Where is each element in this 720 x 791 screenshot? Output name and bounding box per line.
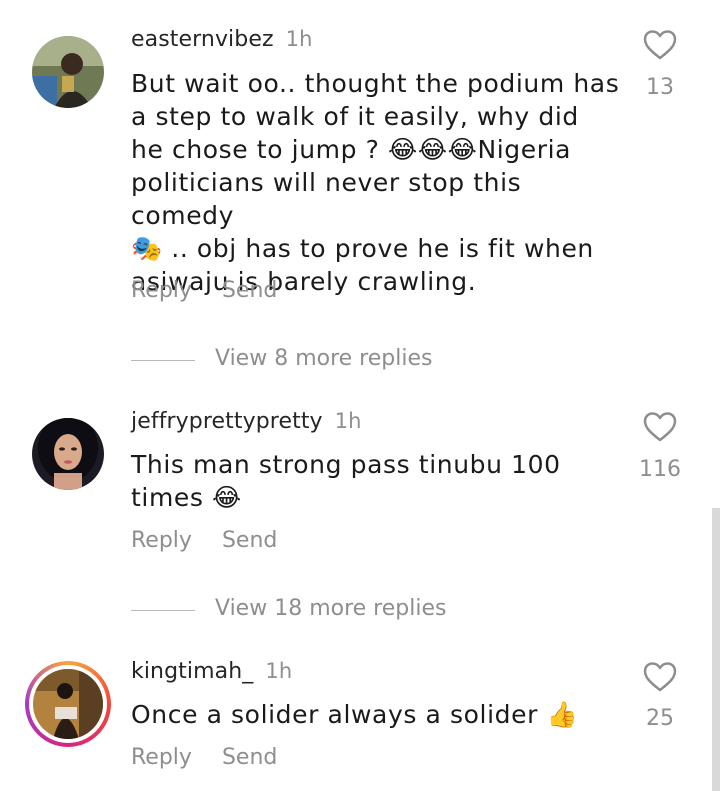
divider-line: [131, 360, 195, 361]
comment-username[interactable]: kingtimah_ 1h: [131, 659, 292, 684]
avatar[interactable]: [33, 669, 103, 739]
reply-button[interactable]: Reply: [131, 278, 192, 303]
view-replies-label[interactable]: View 8 more replies: [215, 346, 432, 371]
view-more-replies[interactable]: View 8 more replies: [131, 346, 531, 376]
username-text[interactable]: kingtimah_: [131, 659, 253, 684]
heart-outline-icon[interactable]: [642, 411, 678, 443]
send-button[interactable]: Send: [222, 278, 277, 303]
comment-text: This man strong pass tinubu 100 times 😂: [131, 450, 561, 512]
send-button[interactable]: Send: [222, 528, 277, 553]
divider-line: [131, 610, 195, 611]
comment-time: 1h: [334, 409, 362, 433]
username-text[interactable]: easternvibez: [131, 27, 274, 52]
comment-actions: Reply Send: [131, 278, 307, 303]
send-button[interactable]: Send: [222, 745, 277, 770]
comment-username[interactable]: jeffryprettypretty 1h: [131, 409, 362, 434]
comment-username[interactable]: easternvibez 1h: [131, 27, 313, 52]
avatar[interactable]: [32, 36, 104, 108]
comment-actions: Reply Send: [131, 528, 307, 553]
comment-time: 1h: [285, 27, 313, 51]
like-count: 25: [646, 706, 674, 731]
username-text[interactable]: jeffryprettypretty: [131, 409, 323, 434]
comment-text: But wait oo.. thought the podium has a s…: [131, 69, 620, 296]
like-count: 116: [639, 457, 681, 482]
heart-outline-icon[interactable]: [642, 661, 678, 693]
story-ring[interactable]: [25, 661, 111, 747]
reply-button[interactable]: Reply: [131, 528, 192, 553]
heart-outline-icon[interactable]: [642, 29, 678, 61]
avatar[interactable]: [32, 418, 104, 490]
scrollbar[interactable]: [712, 508, 720, 791]
view-replies-label[interactable]: View 18 more replies: [215, 596, 446, 621]
view-more-replies[interactable]: View 18 more replies: [131, 596, 531, 626]
like-count: 13: [646, 75, 674, 100]
comment-text: Once a solider always a solider 👍: [131, 700, 579, 729]
comment-actions: Reply Send: [131, 745, 307, 770]
reply-button[interactable]: Reply: [131, 745, 192, 770]
comment-time: 1h: [265, 659, 293, 683]
